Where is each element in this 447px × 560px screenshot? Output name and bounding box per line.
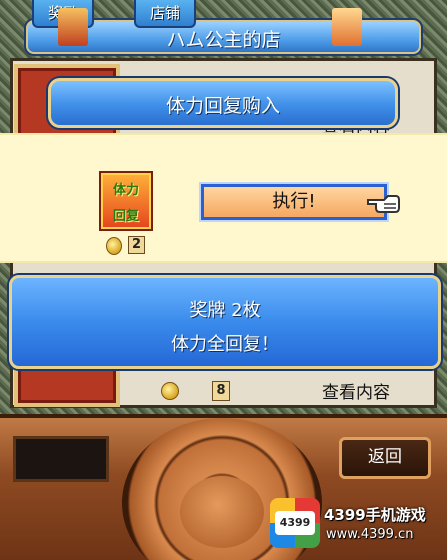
- view-contents-link[interactable]: 查看内容: [322, 378, 390, 403]
- effect-text: 体力全回复！: [171, 334, 279, 355]
- execute-button[interactable]: 执行!: [201, 184, 387, 220]
- pointing-hand-icon: [367, 195, 400, 213]
- game-screen: ハム公主的店 奖励 店铺 查看内容 8 查看内容 体力回复购入 体力 回复 2 …: [0, 0, 447, 560]
- confirm-button[interactable]: [180, 476, 264, 548]
- watermark-brand: 4399手机游戏: [324, 506, 426, 524]
- dialog-title: 体力回复购入: [165, 95, 280, 117]
- dialog-title-bar: 体力回复购入: [48, 78, 398, 128]
- tab-shop[interactable]: 店铺: [134, 0, 196, 28]
- item-icon-label: 体力: [112, 183, 139, 198]
- status-display: [13, 436, 109, 482]
- medal-coin-icon: [106, 237, 122, 255]
- princess-sprite: [332, 8, 362, 46]
- shopkeeper-sprite: [58, 8, 88, 46]
- watermark: 4399 4399手机游戏 www.4399.cn: [266, 494, 444, 558]
- back-button[interactable]: 返回: [339, 437, 431, 479]
- medal-cost: 2: [128, 236, 145, 254]
- coin-icon: [161, 382, 179, 400]
- item-icon-label: 回复: [112, 209, 139, 224]
- 4399-logo: 4399: [270, 498, 320, 548]
- item-cost: 8: [212, 381, 230, 401]
- medal-count-text: 奖牌 2枚: [189, 300, 261, 321]
- logo-text: 4399: [275, 511, 315, 535]
- stamina-recovery-icon: 体力 回复: [99, 171, 153, 231]
- watermark-url: www.4399.cn: [326, 527, 414, 542]
- info-panel: 奖牌 2枚 体力全回复！: [9, 275, 441, 369]
